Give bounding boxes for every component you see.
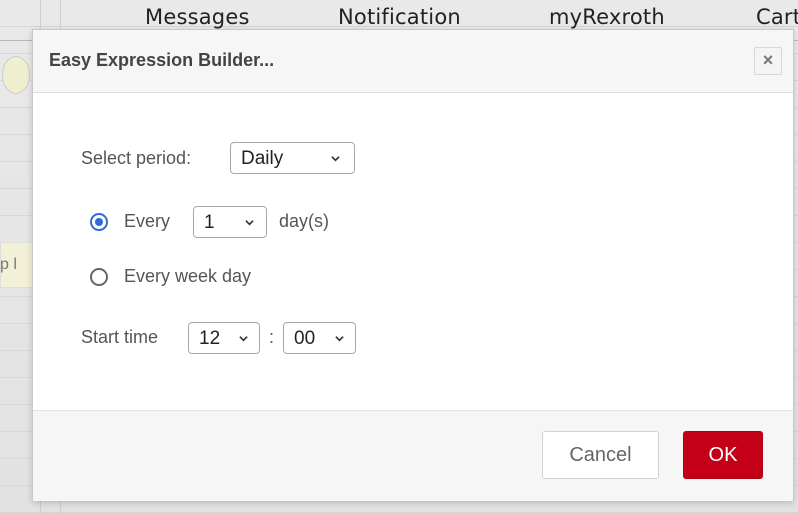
ok-button[interactable]: OK (683, 431, 763, 479)
dialog-footer: Cancel OK (33, 410, 793, 501)
expression-builder-dialog: Easy Expression Builder... × Select peri… (32, 29, 794, 501)
nav-link-notification[interactable]: Notification (338, 5, 461, 29)
start-time-label: Start time (81, 327, 159, 347)
nav-link-messages[interactable]: Messages (145, 5, 250, 29)
chevron-down-icon (239, 336, 248, 342)
time-separator: : (269, 327, 275, 347)
period-label: Select period: (81, 148, 192, 168)
close-icon: × (762, 50, 774, 70)
period-select-value: Daily (241, 148, 284, 169)
days-suffix: day(s) (279, 211, 330, 231)
chevron-down-icon (245, 220, 254, 226)
background-node (2, 56, 30, 94)
nav-link-cart[interactable]: Cart (756, 5, 798, 29)
start-minute-select[interactable]: 00 (283, 322, 356, 354)
start-hour-value: 12 (199, 328, 221, 349)
start-minute-value: 00 (294, 328, 316, 349)
period-select[interactable]: Daily (230, 142, 355, 174)
radio-every[interactable] (90, 213, 108, 231)
cancel-button[interactable]: Cancel (542, 431, 659, 479)
every-count-select[interactable]: 1 (193, 206, 267, 238)
start-hour-select[interactable]: 12 (188, 322, 260, 354)
every-count-value: 1 (204, 212, 215, 233)
background-partial-text: p l (0, 256, 17, 273)
chevron-down-icon (335, 336, 344, 342)
close-button[interactable]: × (754, 47, 782, 75)
chevron-down-icon (331, 156, 340, 162)
dialog-title: Easy Expression Builder... (49, 50, 275, 70)
dialog-header: Easy Expression Builder... × (33, 30, 793, 93)
radio-every-week-day[interactable] (90, 268, 108, 286)
nav-link-myrexroth[interactable]: myRexroth (549, 5, 665, 29)
every-label: Every (124, 211, 171, 231)
every-week-day-label: Every week day (124, 266, 252, 286)
